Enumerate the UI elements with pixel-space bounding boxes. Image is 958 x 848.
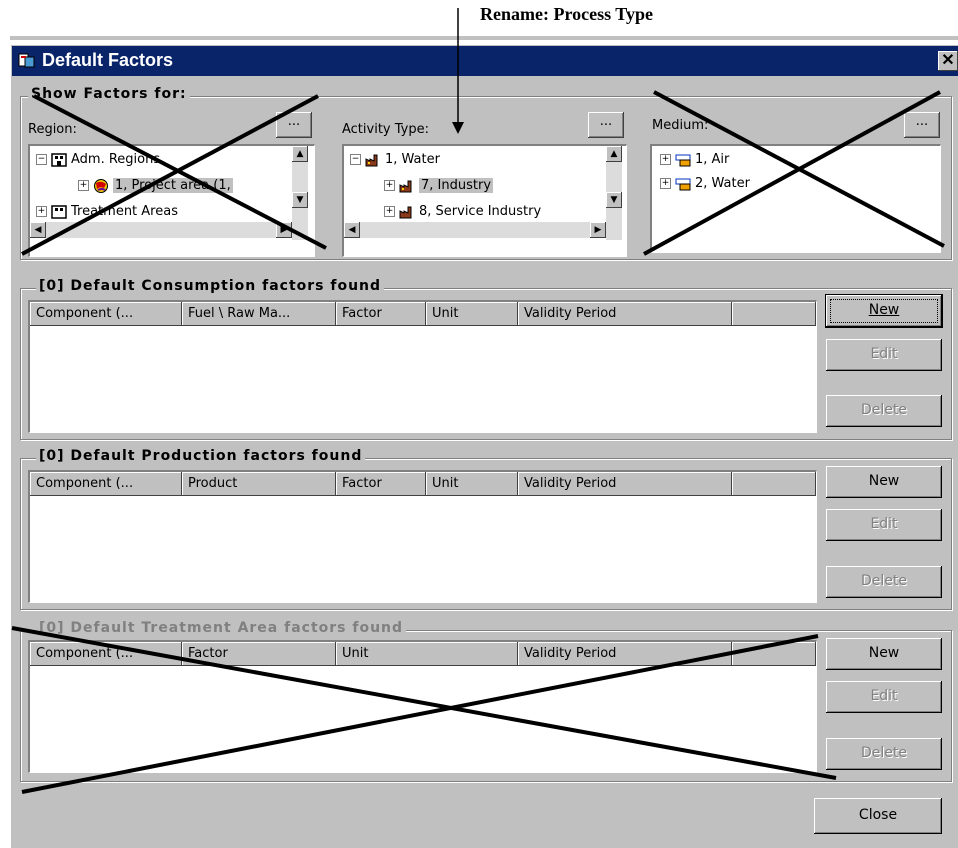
annotation-arrow-head (452, 122, 464, 134)
annotation-overlay (11, 8, 945, 794)
cross-out-line (643, 90, 941, 256)
cross-out-line (11, 626, 837, 780)
cross-out-line (21, 634, 819, 794)
cross-out-line (21, 94, 319, 256)
